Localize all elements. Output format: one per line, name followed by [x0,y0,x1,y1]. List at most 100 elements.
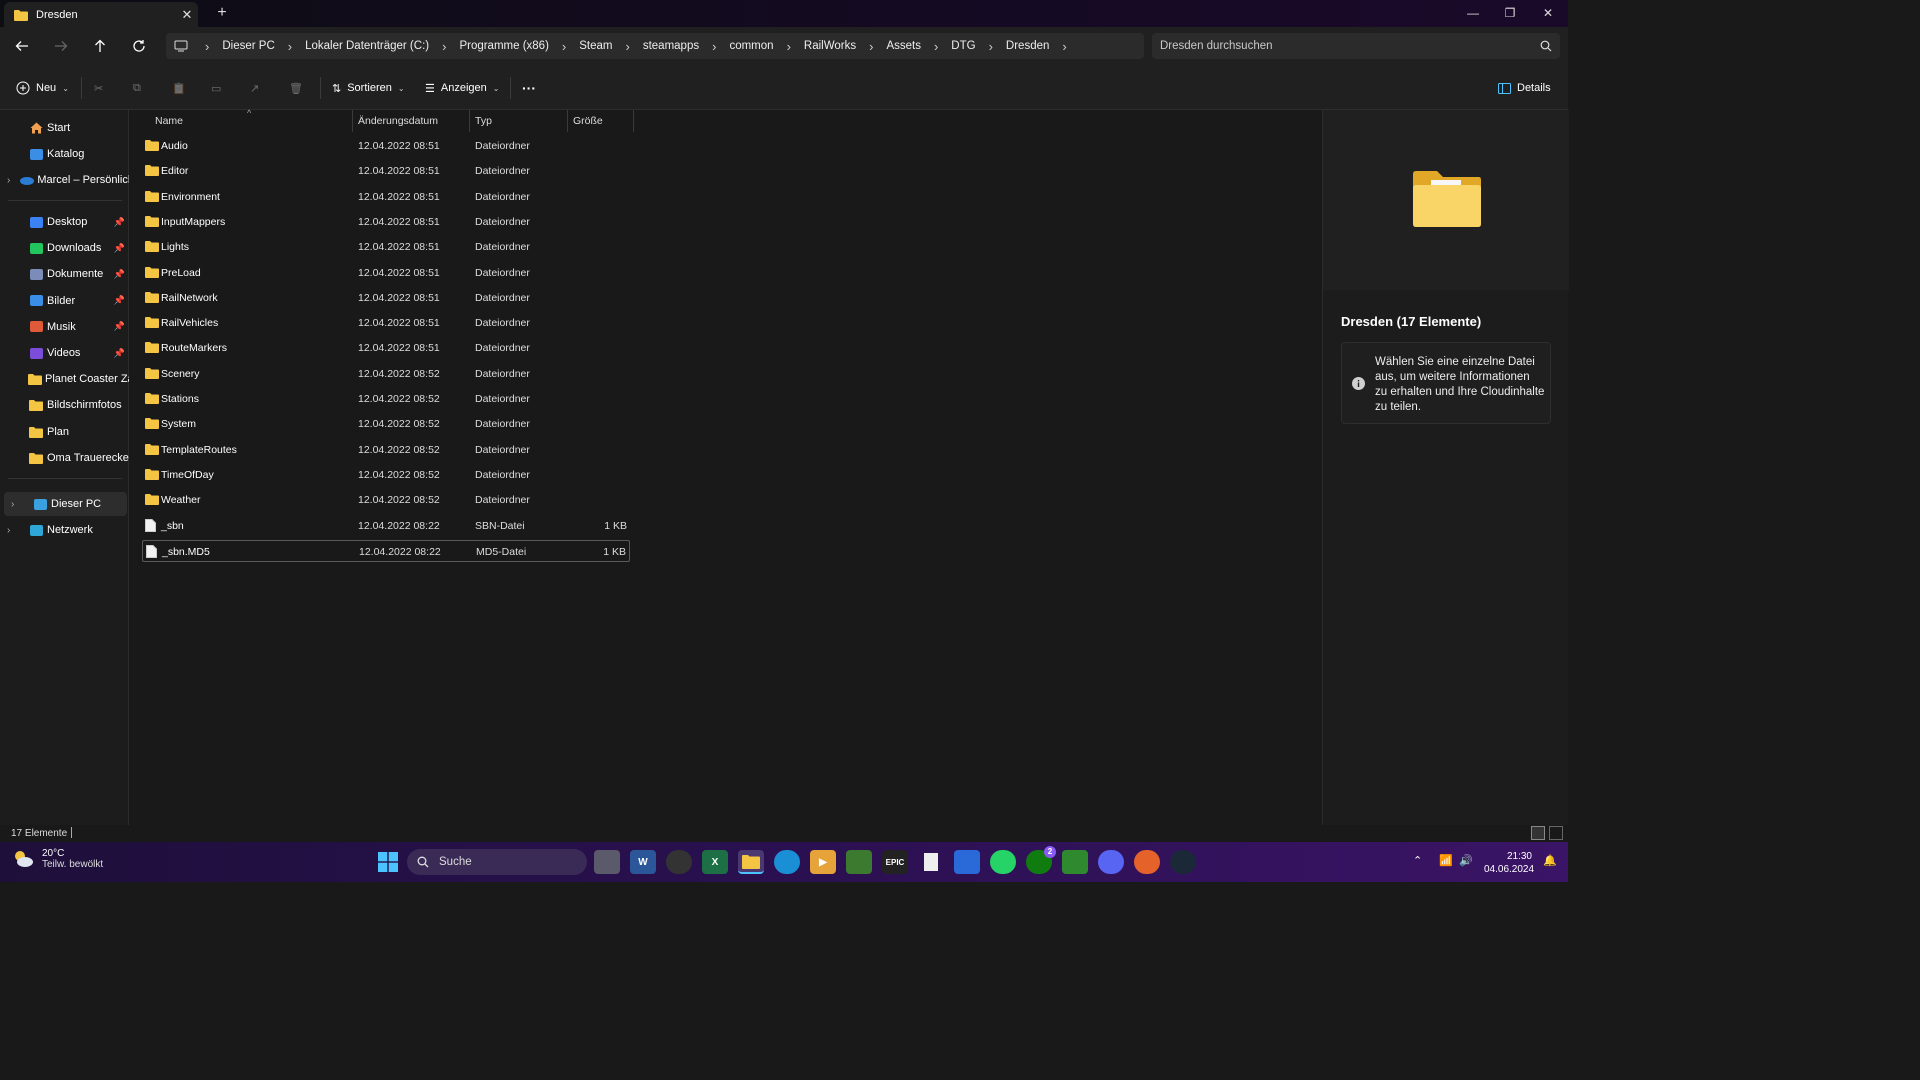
word-icon[interactable]: W [630,850,656,874]
new-button[interactable]: Neu ⌄ [16,77,69,99]
breadcrumb-chevron-icon[interactable]: › [1053,39,1075,54]
creeper-icon[interactable] [1062,850,1088,874]
breadcrumb-item[interactable]: steamapps [639,40,703,52]
file-row[interactable]: System 12.04.2022 08:52 Dateiordner [142,413,630,435]
file-row[interactable]: TimeOfDay 12.04.2022 08:52 Dateiordner [142,464,630,486]
file-row[interactable]: InputMappers 12.04.2022 08:51 Dateiordner [142,211,630,233]
breadcrumb-chevron-icon[interactable]: › [196,39,218,54]
paste-icon[interactable]: 📋 [172,77,186,99]
minecraft-icon[interactable] [846,850,872,874]
breadcrumb-item[interactable]: Lokaler Datenträger (C:) [301,40,433,52]
column-divider[interactable] [352,110,353,132]
breadcrumb-item[interactable]: Programme (x86) [455,40,552,52]
column-header-type[interactable]: Typ [475,110,492,132]
taskbar-search[interactable]: Suche [407,849,587,875]
minimize-icon[interactable]: — [1455,0,1491,27]
sidebar-item-downloads[interactable]: Downloads 📌 [0,236,129,260]
sidebar-item-katalog[interactable]: Katalog [0,142,129,166]
breadcrumb-item[interactable]: common [725,40,777,52]
wifi-icon[interactable]: 📶 [1439,854,1453,867]
column-divider[interactable] [633,110,634,132]
breadcrumb-chevron-icon[interactable]: › [433,39,455,54]
notepad-icon[interactable] [918,850,944,874]
close-tab-icon[interactable]: ✕ [176,7,198,23]
file-row[interactable]: Editor 12.04.2022 08:51 Dateiordner [142,160,630,182]
copy-icon[interactable]: ⧉ [133,77,141,99]
sidebar-item-start[interactable]: Start [0,116,129,140]
breadcrumb-chevron-icon[interactable]: › [980,39,1002,54]
epic-games-icon[interactable]: EPIC [882,850,908,874]
pin-icon[interactable]: 📌 [114,217,125,228]
sort-button[interactable]: ⇅ Sortieren ⌄ [332,77,405,99]
details-button[interactable]: Details [1498,77,1551,99]
column-divider[interactable] [469,110,470,132]
details-view-icon[interactable] [1531,826,1545,840]
pin-icon[interactable]: 📌 [114,321,125,332]
close-window-icon[interactable]: ✕ [1530,0,1566,27]
new-tab-button[interactable]: + [212,4,232,24]
sidebar-item-plan[interactable]: Plan [0,420,129,444]
file-row[interactable]: TemplateRoutes 12.04.2022 08:52 Dateiordne… [142,439,630,461]
file-row[interactable]: Environment 12.04.2022 08:51 Dateiordner [142,186,630,208]
tiles-view-icon[interactable] [1549,826,1563,840]
breadcrumb-item[interactable]: Dieser PC [218,40,278,52]
sidebar-item-dokumente[interactable]: Dokumente 📌 [0,262,129,286]
breadcrumb-item[interactable]: Assets [882,40,925,52]
tab-dresden[interactable]: Dresden ✕ [4,2,198,27]
pin-icon[interactable]: 📌 [114,243,125,254]
sidebar-item-videos[interactable]: Videos 📌 [0,341,129,365]
edge-icon[interactable] [774,850,800,874]
app-icon[interactable] [666,850,692,874]
discord-icon[interactable] [1098,850,1124,874]
file-row[interactable]: _sbn 12.04.2022 08:22 SBN-Datei 1 KB [142,515,630,537]
sidebar-item-musik[interactable]: Musik 📌 [0,315,129,339]
start-icon[interactable] [375,850,401,874]
file-explorer-icon[interactable] [738,850,764,874]
breadcrumb-chevron-icon[interactable]: › [703,39,725,54]
firefox-icon[interactable] [1134,850,1160,874]
file-row[interactable]: _sbn.MD5 12.04.2022 08:22 MD5-Datei 1 KB [142,539,630,562]
pin-icon[interactable]: 📌 [114,348,125,359]
more-options-button[interactable]: ··· [522,77,536,99]
file-row[interactable]: RailVehicles 12.04.2022 08:51 Dateiordner [142,312,630,334]
excel-icon[interactable]: X [702,850,728,874]
back-icon[interactable] [11,36,33,56]
column-header-date[interactable]: Änderungsdatum [358,110,438,132]
file-row[interactable]: Audio 12.04.2022 08:51 Dateiordner [142,135,630,157]
sidebar-item-netzwerk[interactable]: › Netzwerk [0,518,129,542]
file-row[interactable]: Stations 12.04.2022 08:52 Dateiordner [142,388,630,410]
sidebar-item-bilder[interactable]: Bilder 📌 [0,289,129,313]
sidebar-item-desktop[interactable]: Desktop 📌 [0,210,129,234]
breadcrumb-item[interactable]: Steam [575,40,616,52]
breadcrumb-chevron-icon[interactable]: › [617,39,639,54]
weather-widget[interactable]: 20°C Teilw. bewölkt [12,848,103,870]
file-row[interactable]: Weather 12.04.2022 08:52 Dateiordner [142,489,630,511]
sidebar-item-bildschirmfotos[interactable]: Bildschirmfotos [0,393,129,417]
breadcrumb-chevron-icon[interactable]: › [778,39,800,54]
search-box[interactable]: Dresden durchsuchen [1152,33,1560,59]
delete-icon[interactable]: 🗑 [289,77,303,99]
breadcrumb-chevron-icon[interactable]: › [860,39,882,54]
file-row[interactable]: PreLoad 12.04.2022 08:51 Dateiordner [142,262,630,284]
up-icon[interactable] [89,36,111,56]
notification-icon[interactable]: 🔔 [1543,854,1557,867]
rename-icon[interactable]: ▭ [211,77,221,99]
search-icon[interactable] [1540,40,1552,52]
refresh-icon[interactable] [128,36,150,56]
view-button[interactable]: ☰ Anzeigen ⌄ [425,77,499,99]
file-row[interactable]: RailNetwork 12.04.2022 08:51 Dateiordner [142,287,630,309]
file-row[interactable]: RouteMarkers 12.04.2022 08:51 Dateiordner [142,337,630,359]
breadcrumb-chevron-icon[interactable]: › [279,39,301,54]
pin-icon[interactable]: 📌 [114,269,125,280]
volume-icon[interactable]: 🔊 [1459,854,1473,867]
clock[interactable]: 21:30 04.06.2024 [1484,850,1534,876]
forward-icon[interactable] [50,36,72,56]
address-bar[interactable]: › Dieser PC › Lokaler Datenträger (C:) › Pro… [166,33,1144,59]
file-row[interactable]: Lights 12.04.2022 08:51 Dateiordner [142,236,630,258]
restore-icon[interactable]: ❐ [1492,0,1528,27]
task-view-icon[interactable] [594,850,620,874]
sidebar-item-planet-coaster-zaul[interactable]: Planet Coaster Zaul [0,367,129,391]
breadcrumb-item[interactable]: Dresden [1002,40,1053,52]
breadcrumb-item[interactable]: DTG [947,40,979,52]
chevron-right-icon[interactable]: › [11,499,23,510]
